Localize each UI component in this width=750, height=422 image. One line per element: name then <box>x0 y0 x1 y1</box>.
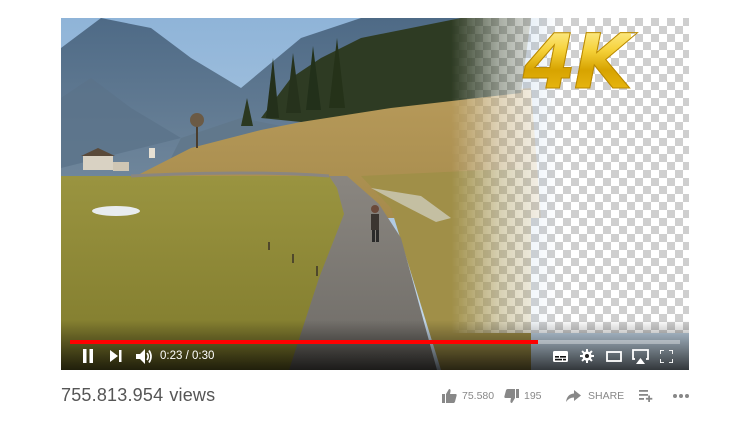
duration: 0:30 <box>191 350 215 362</box>
progress-bar[interactable] <box>70 340 680 344</box>
theater-mode-icon <box>606 350 622 362</box>
like-count: 75.580 <box>462 390 495 402</box>
time-separator: / <box>182 350 192 362</box>
volume-icon <box>135 348 152 364</box>
subtitles-button[interactable] <box>552 349 568 363</box>
save-to-playlist-button[interactable] <box>639 384 653 408</box>
next-icon <box>110 350 122 362</box>
dislike-button[interactable]: 195 <box>504 384 542 408</box>
progress-bar-played <box>70 340 538 344</box>
share-label: SHARE <box>588 390 625 402</box>
view-count-label: views <box>169 385 216 405</box>
4k-badge: 4K <box>523 18 634 106</box>
subtitles-icon <box>552 350 568 362</box>
theater-mode-button[interactable] <box>605 349 623 363</box>
fullscreen-icon <box>659 349 673 363</box>
share-button[interactable]: SHARE <box>566 384 624 408</box>
time-display: 0:23 / 0:30 <box>160 348 214 364</box>
more-horizontal-icon <box>673 394 689 398</box>
cast-icon <box>631 348 649 364</box>
next-button[interactable] <box>108 348 124 364</box>
thumbs-down-icon <box>504 389 519 403</box>
view-count: 755.813.954 views <box>61 385 215 406</box>
current-time: 0:23 <box>160 350 183 362</box>
like-button[interactable]: 75.580 <box>442 384 494 408</box>
video-info-bar: 755.813.954 views 75.580 195 SHARE <box>61 384 689 410</box>
pause-button[interactable] <box>79 348 97 364</box>
video-player[interactable]: 4K 0:23 / 0:30 <box>61 18 689 370</box>
share-icon <box>566 390 581 402</box>
playlist-add-icon <box>639 390 653 402</box>
settings-button[interactable] <box>579 348 595 364</box>
cast-button[interactable] <box>631 348 649 364</box>
volume-button[interactable] <box>134 347 154 365</box>
pause-icon <box>83 349 93 363</box>
more-actions-button[interactable] <box>673 384 689 408</box>
view-count-number: 755.813.954 <box>61 385 164 405</box>
fullscreen-button[interactable] <box>658 348 674 364</box>
settings-icon <box>580 349 594 363</box>
dislike-count: 195 <box>524 390 542 402</box>
thumbs-up-icon <box>442 389 457 403</box>
video-page: 4K 0:23 / 0:30 755.813.954 views 75.580 … <box>0 0 750 422</box>
